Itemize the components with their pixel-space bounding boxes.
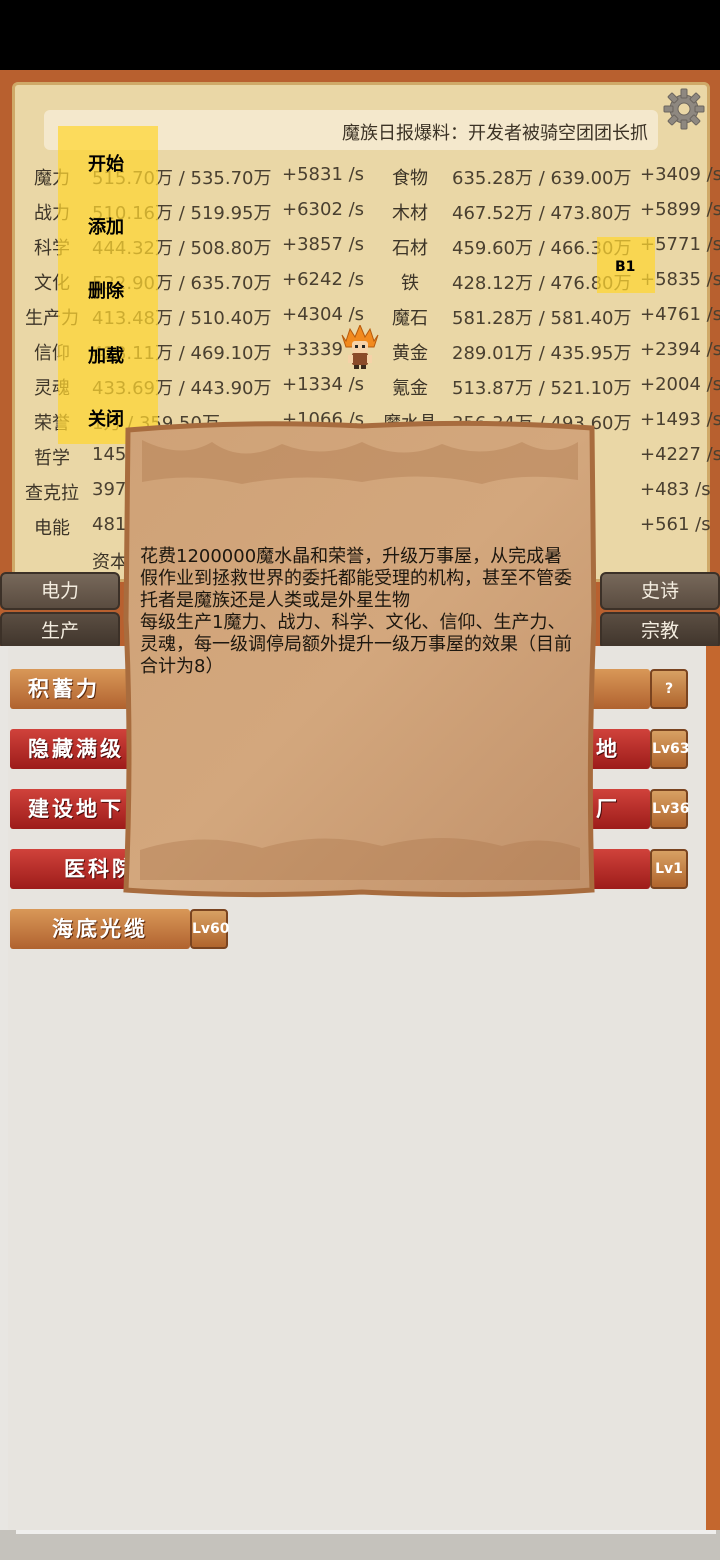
tab-epic[interactable]: 史诗	[600, 572, 720, 610]
menu-add[interactable]: 添加	[88, 213, 124, 239]
resource-rate: +3857 /s	[282, 234, 365, 255]
menu-close[interactable]: 关闭	[88, 405, 124, 431]
resource-name: 石材	[392, 238, 428, 259]
resource-name: 铁	[401, 273, 419, 294]
building-label-tail: 地	[596, 737, 620, 761]
resource-rate: +483 /s	[640, 479, 711, 500]
resource-value: 581.28万 / 581.40万	[452, 308, 632, 329]
resource-rate: +5831 /s	[282, 164, 365, 185]
resource-rate: +4227 /s	[640, 444, 720, 465]
resource-value: 289.01万 / 435.95万	[452, 343, 632, 364]
resource-rate: +6242 /s	[282, 269, 365, 290]
building-level[interactable]: Lv60	[190, 909, 230, 949]
building-label: 积蓄力	[28, 677, 100, 701]
resource-name: 氪金	[392, 378, 428, 399]
tab-religion[interactable]: 宗教	[600, 612, 720, 650]
frame-right-edge	[706, 646, 720, 1560]
building-level[interactable]: Lv1	[650, 849, 688, 889]
resource-name: 电能	[34, 518, 70, 539]
resource-name: 食物	[392, 168, 428, 189]
building-label-tail: 厂	[596, 797, 620, 821]
resource-rate: +1493 /s	[640, 409, 720, 430]
b1-label: B1	[615, 259, 636, 275]
resource-rate: +2394 /s	[640, 339, 720, 360]
resource-rate: +3409 /s	[640, 164, 720, 185]
resource-rate: +4761 /s	[640, 304, 720, 325]
menu-start[interactable]: 开始	[88, 150, 124, 176]
resource-rate: +561 /s	[640, 514, 711, 535]
resource-name: 查克拉	[25, 483, 79, 504]
resource-rate: +3339	[282, 339, 343, 360]
building-label: 隐藏满级	[28, 737, 124, 761]
resource-rate: +4304 /s	[282, 304, 365, 325]
b1-marker[interactable]: B1	[597, 237, 655, 293]
settings-gear-icon[interactable]	[662, 87, 706, 131]
resource-value: 635.28万 / 639.00万	[452, 168, 632, 189]
building-undersea-cable[interactable]: 海底光缆	[10, 909, 190, 949]
tab-power[interactable]: 电力	[0, 572, 120, 610]
building-label: 海底光缆	[52, 917, 148, 941]
status-bar	[0, 0, 720, 70]
resource-value: 467.52万 / 473.80万	[452, 203, 632, 224]
character-avatar-icon[interactable]	[340, 325, 380, 369]
ticker-text: 魔族日报爆料：开发者被骑空团团长抓	[342, 123, 648, 144]
building-level[interactable]: Lv63	[650, 729, 690, 769]
menu-delete[interactable]: 删除	[88, 277, 124, 303]
resource-name: 哲学	[34, 448, 70, 469]
popup-description: 花费1200000魔水晶和荣誉，升级万事屋，从完成暑假作业到拯救世界的委托都能受…	[140, 546, 572, 677]
resource-name: 魔石	[392, 308, 428, 329]
resource-name: 木材	[392, 203, 428, 224]
resource-rate: +5899 /s	[640, 199, 720, 220]
resource-rate: +1334 /s	[282, 374, 365, 395]
resource-rate: +2004 /s	[640, 374, 720, 395]
resource-rate: +6302 /s	[282, 199, 365, 220]
tab-production[interactable]: 生产	[0, 612, 120, 650]
menu-load[interactable]: 加载	[88, 342, 124, 368]
building-label: 建设地下	[28, 797, 124, 821]
resource-name: 黄金	[392, 343, 428, 364]
resource-value: 513.87万 / 521.10万	[452, 378, 632, 399]
building-level[interactable]: Lv36	[650, 789, 690, 829]
building-level[interactable]: ?	[650, 669, 688, 709]
frame-bottom-edge	[0, 1530, 720, 1560]
